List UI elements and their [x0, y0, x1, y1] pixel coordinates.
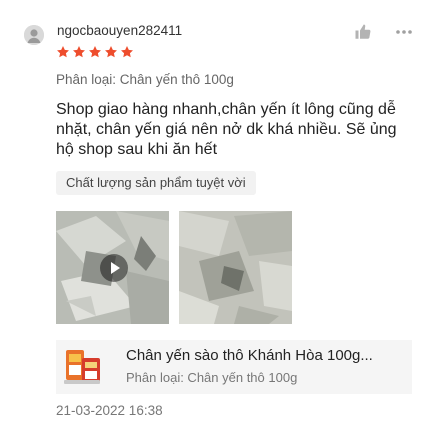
rating-stars: [56, 45, 134, 59]
review-photo-thumbnail[interactable]: [179, 211, 292, 324]
star-icon: [88, 45, 102, 59]
purchased-product-card[interactable]: Chân yến sào thô Khánh Hòa 100g... Phân …: [56, 340, 412, 394]
star-icon: [72, 45, 86, 59]
review-photo-image: [179, 211, 292, 324]
play-button[interactable]: [100, 254, 128, 282]
star-icon: [104, 45, 118, 59]
like-button[interactable]: [354, 23, 372, 41]
play-icon: [111, 262, 120, 274]
review-text: Shop giao hàng nhanh,chân yến ít lông cũ…: [56, 101, 397, 158]
review-video-thumbnail[interactable]: [56, 211, 169, 324]
review-tag: Chất lượng sản phẩm tuyệt vời: [56, 171, 256, 195]
product-name[interactable]: Chân yến sào thô Khánh Hòa 100g...: [126, 347, 408, 364]
star-icon: [56, 45, 70, 59]
user-avatar-icon: [24, 25, 44, 45]
reviewer-username[interactable]: ngocbaouyen282411: [57, 23, 182, 38]
review-date: 21-03-2022 16:38: [56, 403, 163, 418]
product-thumbnail-image: [60, 346, 104, 388]
star-icon: [120, 45, 134, 59]
thumbs-up-icon: [355, 24, 371, 39]
more-options-button[interactable]: [394, 23, 414, 41]
more-dots-icon: [396, 30, 412, 34]
product-variation: Phân loại: Chân yến thô 100g: [126, 370, 298, 385]
avatar[interactable]: [24, 25, 44, 45]
purchased-variation: Phân loại: Chân yến thô 100g: [56, 72, 234, 87]
